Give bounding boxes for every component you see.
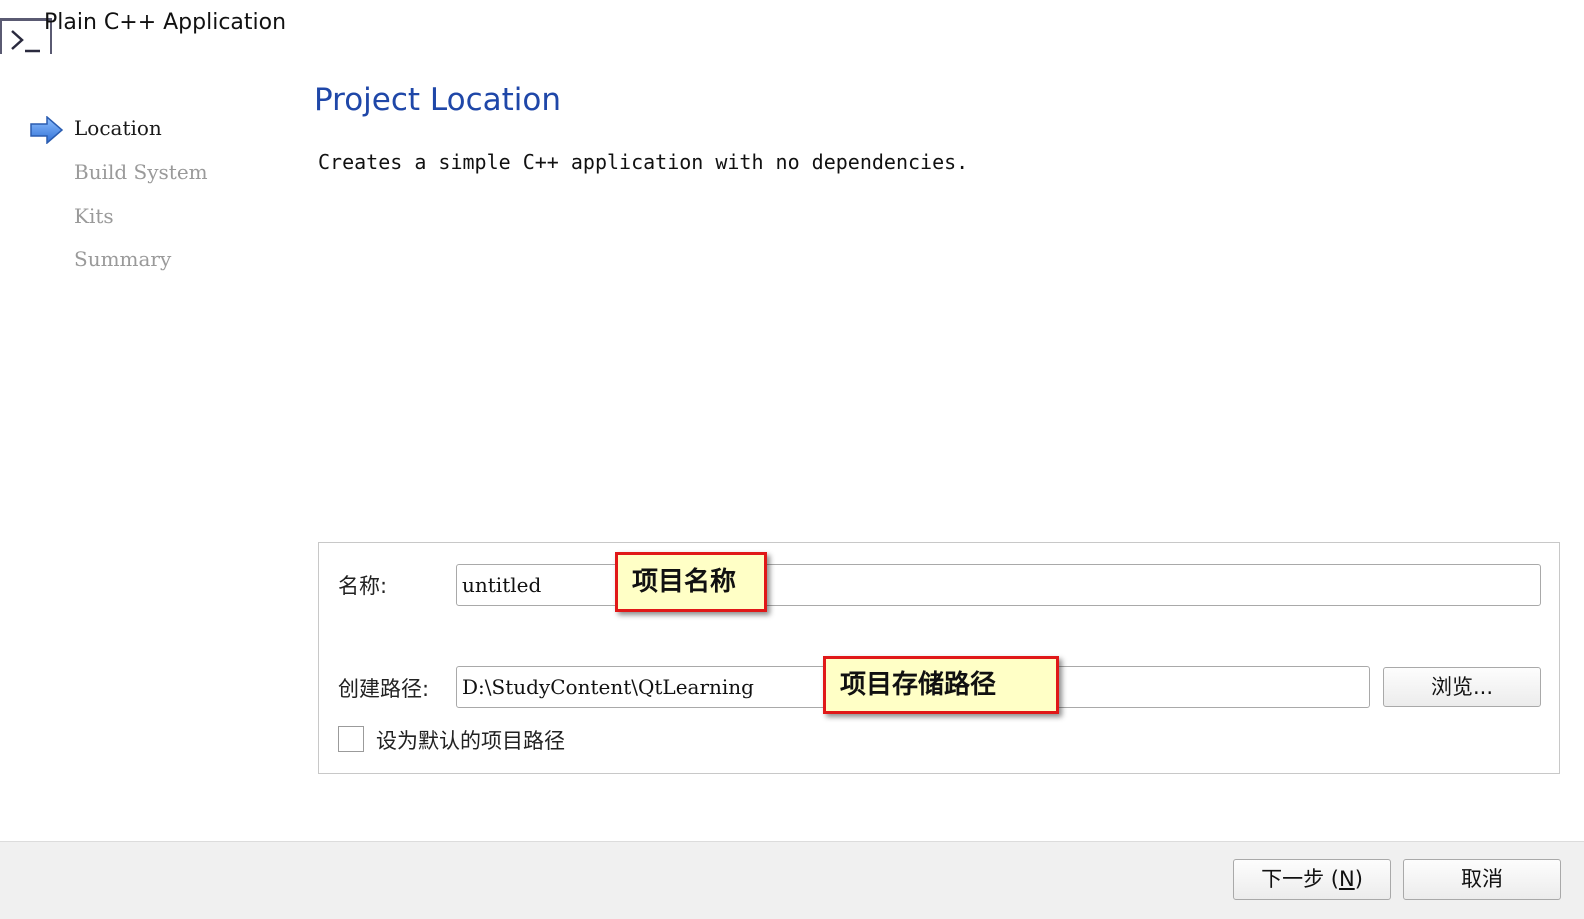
- next-mnemonic: N: [1338, 867, 1355, 891]
- next-button[interactable]: 下一步 (N): [1233, 859, 1391, 900]
- path-label: 创建路径:: [338, 677, 430, 701]
- browse-button[interactable]: 浏览...: [1383, 667, 1541, 707]
- next-label-prefix: 下一步 (: [1261, 867, 1339, 891]
- default-path-checkbox[interactable]: [338, 726, 364, 752]
- step-summary: Summary: [74, 247, 172, 271]
- page-description: Creates a simple C++ application with no…: [318, 150, 969, 174]
- page-title: Project Location: [314, 82, 562, 118]
- step-location: Location: [74, 116, 162, 140]
- cancel-button[interactable]: 取消: [1403, 859, 1561, 900]
- right-arrow-icon: [30, 115, 64, 148]
- default-path-checkbox-label[interactable]: 设为默认的项目路径: [376, 725, 565, 755]
- path-annotation: 项目存储路径: [823, 656, 1059, 714]
- window-title: Plain C++ Application: [44, 10, 287, 35]
- step-kits: Kits: [74, 204, 114, 228]
- name-label: 名称:: [338, 574, 388, 598]
- next-label-suffix: ): [1354, 867, 1363, 891]
- name-annotation: 项目名称: [615, 552, 767, 612]
- step-build-system: Build System: [74, 160, 208, 184]
